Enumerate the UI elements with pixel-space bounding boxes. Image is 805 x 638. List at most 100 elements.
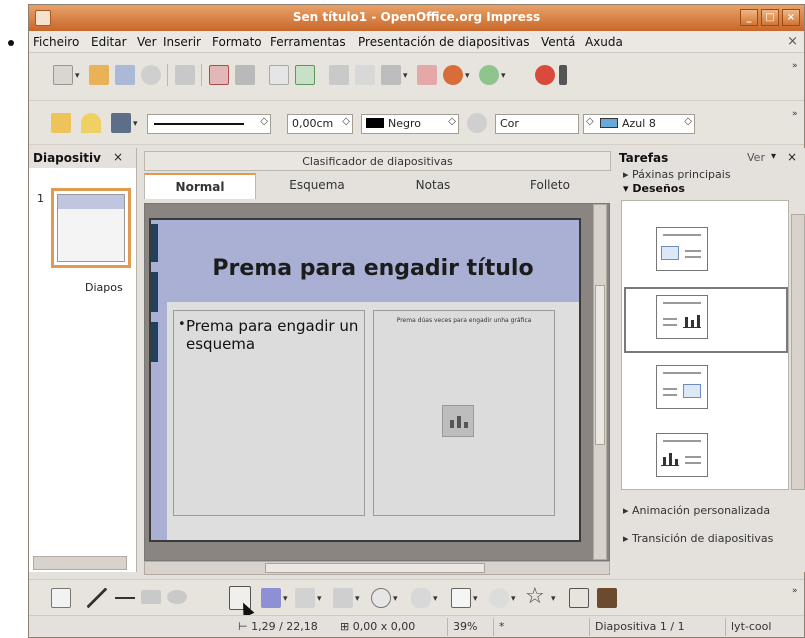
new-dropdown-icon[interactable]: ▾ (75, 71, 80, 81)
layout-title-content-image[interactable] (656, 227, 708, 271)
curve-tool-icon[interactable] (261, 588, 281, 608)
new-document-icon[interactable] (53, 65, 73, 85)
basic-shapes-dropdown-icon[interactable]: ▾ (355, 594, 360, 604)
print-icon[interactable] (235, 65, 255, 85)
layouts-vscroll[interactable] (791, 214, 805, 490)
paste-dropdown-icon[interactable]: ▾ (403, 71, 408, 81)
maximize-button[interactable]: □ (761, 9, 779, 26)
block-arrows-icon[interactable] (411, 588, 431, 608)
menu-format[interactable]: Formato (212, 35, 262, 49)
line-arrow-tool-icon[interactable] (115, 588, 135, 608)
tab-normal[interactable]: Normal (144, 173, 256, 199)
tasks-view-menu[interactable]: Ver (747, 151, 765, 164)
area-color-spin-icon[interactable]: ◇ (684, 116, 692, 127)
edit-file-icon[interactable] (175, 65, 195, 85)
symbol-shapes-icon[interactable] (371, 588, 391, 608)
menu-slide-show[interactable]: Presentación de diapositivas (358, 35, 529, 49)
tab-outline[interactable]: Esquema (262, 173, 372, 199)
slide-title-placeholder[interactable]: Prema para engadir título (167, 256, 579, 281)
minimize-button[interactable]: _ (740, 9, 758, 26)
line-width-spin-icon[interactable]: ◇ (342, 116, 350, 127)
menu-view[interactable]: Ver (137, 35, 157, 49)
line-tool-icon[interactable] (87, 588, 107, 608)
rectangle-tool-icon[interactable] (141, 590, 161, 604)
callouts-icon[interactable] (489, 588, 509, 608)
redo-icon[interactable] (479, 65, 499, 85)
copy-icon[interactable] (355, 65, 375, 85)
block-arrows-dropdown-icon[interactable]: ▾ (433, 594, 438, 604)
close-window-button[interactable]: × (782, 9, 800, 26)
save-icon[interactable] (115, 65, 135, 85)
toolbar-options-icon[interactable]: » (792, 61, 798, 71)
arrow-style-dropdown-icon[interactable]: ▾ (133, 119, 138, 129)
area-color-select[interactable]: ◇ Azul 8 ◇ (583, 114, 695, 134)
editor-vscroll[interactable] (593, 204, 607, 560)
flowchart-icon[interactable] (451, 588, 471, 608)
clone-formatting-icon[interactable] (417, 65, 437, 85)
slides-pane-close-icon[interactable]: × (113, 150, 123, 164)
menu-insert[interactable]: Inserir (163, 35, 201, 49)
layout-title-content-chart[interactable] (656, 295, 708, 339)
line-icon[interactable] (81, 113, 101, 133)
chart-placeholder-box[interactable]: Prema dúas veces para engadir unha gráfi… (373, 310, 555, 516)
flowchart-dropdown-icon[interactable]: ▾ (473, 594, 478, 604)
area-style-select[interactable]: Cor (495, 114, 579, 134)
symbol-shapes-dropdown-icon[interactable]: ▾ (393, 594, 398, 604)
chart-insert-icon[interactable] (535, 65, 555, 85)
select-arrow-icon[interactable] (51, 588, 71, 608)
tab-notes[interactable]: Notas (378, 173, 488, 199)
menu-file[interactable]: Ficheiro (33, 35, 79, 49)
line-style-spin-icon[interactable]: ◇ (260, 116, 268, 127)
stars-icon[interactable]: ☆ (525, 584, 545, 609)
menu-help[interactable]: Axuda (585, 35, 623, 49)
section-slide-transition[interactable]: ▸ Transición de diapositivas (623, 532, 773, 545)
drawbar-options-icon[interactable]: » (792, 586, 798, 596)
stars-dropdown-icon[interactable]: ▾ (551, 594, 556, 604)
open-folder-icon[interactable] (89, 65, 109, 85)
section-custom-animation[interactable]: ▸ Animación personalizada (623, 504, 770, 517)
line-style-select[interactable]: ◇ (147, 114, 271, 134)
undo-icon[interactable] (443, 65, 463, 85)
toolbar2-options-icon[interactable]: » (792, 109, 798, 119)
tab-slide-sorter[interactable]: Clasificador de diapositivas (144, 151, 611, 171)
basic-shapes-icon[interactable] (333, 588, 353, 608)
toolbar-overflow-icon[interactable] (559, 65, 567, 85)
outline-placeholder-box[interactable]: • Prema para engadir un esquema (173, 310, 365, 516)
section-layouts[interactable]: ▾ Deseños (623, 182, 685, 195)
slide-canvas[interactable]: Prema para engadir título • Prema para e… (149, 218, 581, 542)
editor-hscroll-thumb[interactable] (265, 563, 485, 573)
tasks-view-menu-arrow-icon[interactable]: ▾ (771, 151, 776, 162)
curve-dropdown-icon[interactable]: ▾ (283, 594, 288, 604)
redo-dropdown-icon[interactable]: ▾ (501, 71, 506, 81)
line-width-input[interactable]: 0,00cm ◇ (287, 114, 353, 134)
connector-tool-icon[interactable] (295, 588, 315, 608)
fontwork-icon[interactable] (597, 588, 617, 608)
menu-window[interactable]: Ventá (541, 35, 575, 49)
status-zoom[interactable]: 39% (447, 618, 491, 636)
connector-dropdown-icon[interactable]: ▾ (317, 594, 322, 604)
ellipse-tool-icon[interactable] (167, 590, 187, 604)
menu-edit[interactable]: Editar (91, 35, 127, 49)
chart-icon[interactable] (442, 405, 474, 437)
styles-icon[interactable] (51, 113, 71, 133)
tab-handout[interactable]: Folleto (494, 173, 606, 199)
autospellcheck-icon[interactable] (295, 65, 315, 85)
editor-hscroll[interactable] (144, 561, 610, 575)
spellcheck-icon[interactable] (269, 65, 289, 85)
close-document-icon[interactable]: × (787, 34, 798, 49)
cut-icon[interactable] (329, 65, 349, 85)
layout-title-chart-content[interactable] (656, 433, 708, 477)
area-color-spin-left-icon[interactable]: ◇ (586, 116, 594, 127)
undo-dropdown-icon[interactable]: ▾ (465, 71, 470, 81)
editor-vscroll-thumb[interactable] (595, 285, 605, 445)
slide-thumbnail[interactable] (51, 188, 131, 268)
tasks-pane-close-icon[interactable]: × (787, 150, 797, 164)
email-icon[interactable] (141, 65, 161, 85)
section-master-pages[interactable]: ▸ Páxinas principais (623, 168, 731, 181)
export-pdf-icon[interactable] (209, 65, 229, 85)
line-color-select[interactable]: Negro ◇ (361, 114, 459, 134)
paste-icon[interactable] (381, 65, 401, 85)
callouts-dropdown-icon[interactable]: ▾ (511, 594, 516, 604)
slide-editor[interactable]: Prema para engadir título • Prema para e… (144, 203, 610, 561)
area-style-icon[interactable] (467, 113, 487, 133)
